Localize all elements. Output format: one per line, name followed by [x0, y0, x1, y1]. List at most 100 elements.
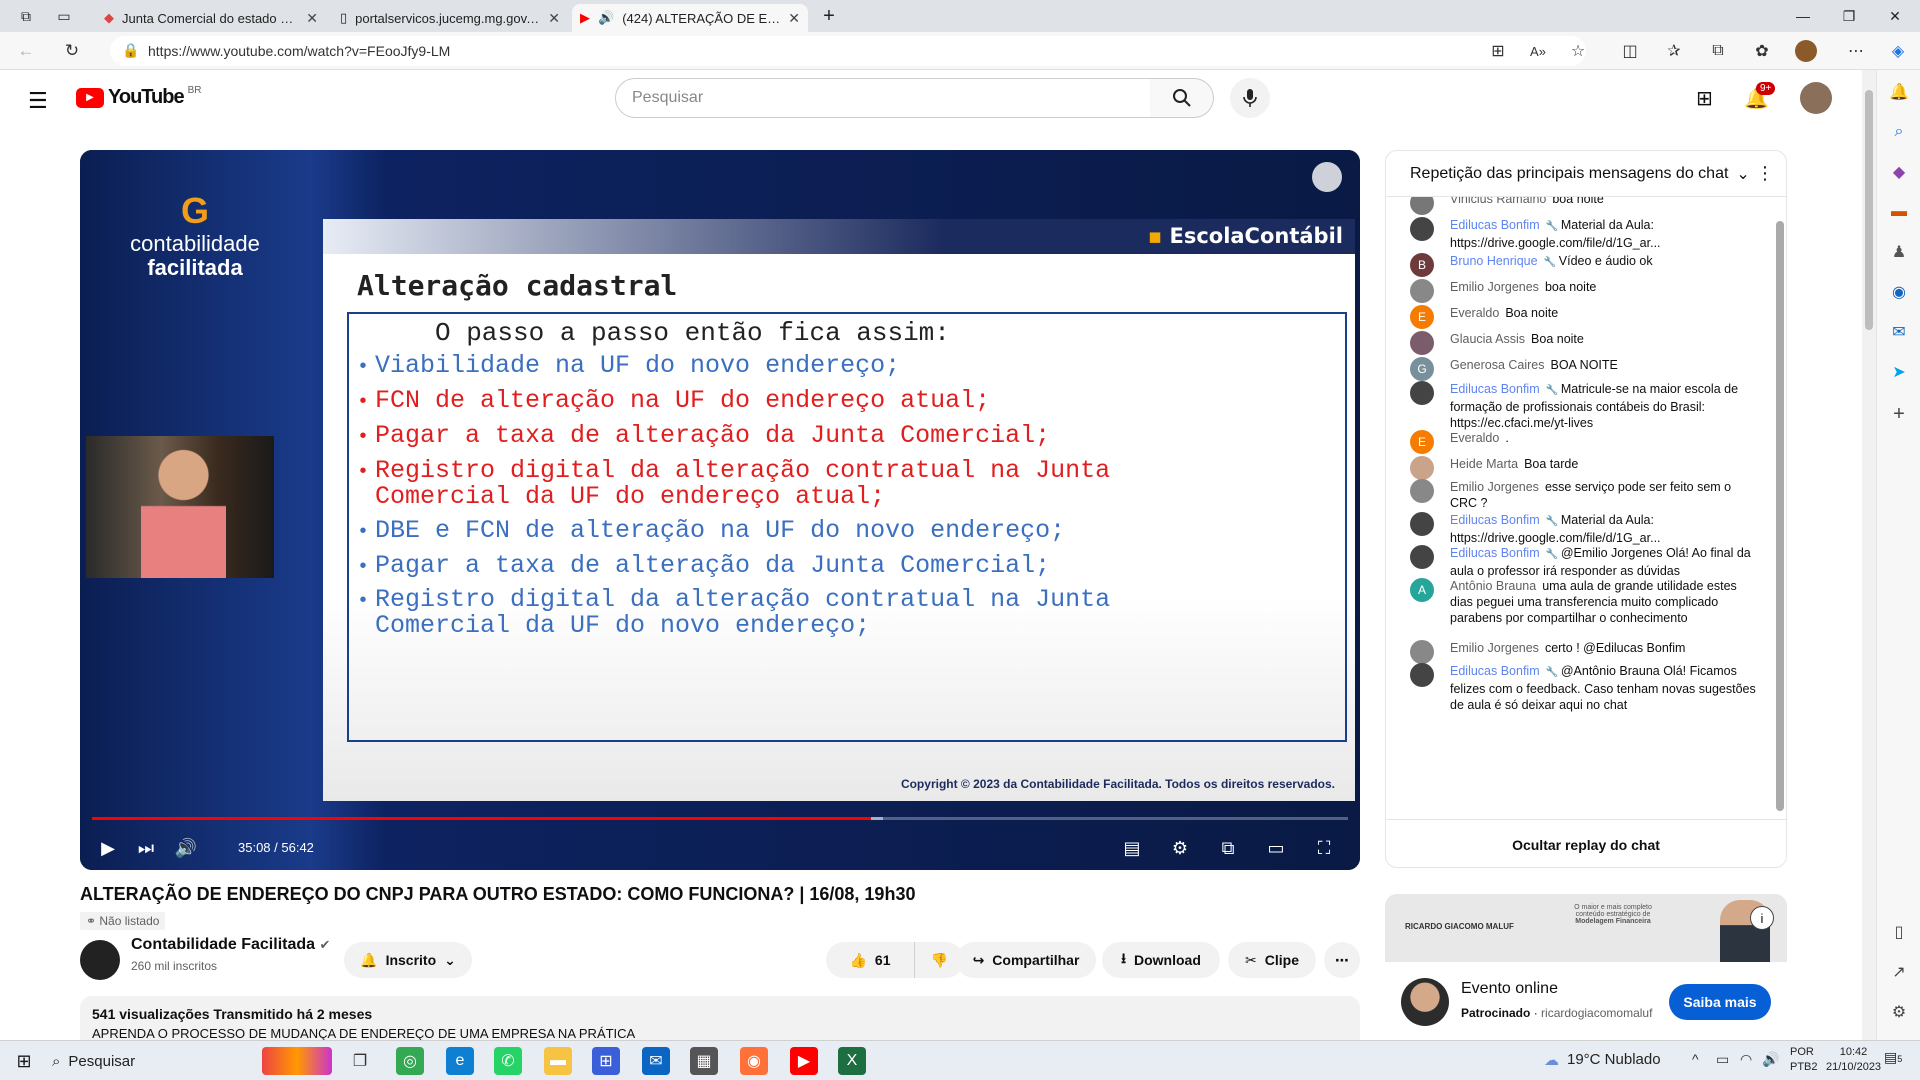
- refresh-button[interactable]: ↻: [58, 38, 86, 64]
- profile-avatar[interactable]: [1792, 38, 1820, 64]
- chat-author-name[interactable]: Edilucas Bonfim: [1450, 218, 1540, 232]
- next-button[interactable]: ⏭: [130, 832, 162, 864]
- info-icon[interactable]: i: [1750, 906, 1774, 930]
- tab-youtube-video[interactable]: ▶ 🔊 (424) ALTERAÇÃO DE ENDE ✕: [572, 4, 808, 32]
- chat-author-name[interactable]: Antônio Brauna: [1450, 579, 1536, 593]
- player-overlay-settings-icon[interactable]: [1312, 162, 1342, 192]
- language-indicator[interactable]: POR PTB2: [1790, 1045, 1818, 1075]
- tray-chevron-icon[interactable]: ^: [1692, 1051, 1699, 1067]
- chat-author-name[interactable]: Vinicius Ramalho: [1450, 197, 1546, 206]
- close-window-button[interactable]: ✕: [1872, 0, 1918, 32]
- back-button[interactable]: ←: [12, 38, 40, 64]
- progress-bar[interactable]: [92, 817, 1348, 820]
- tab-actions-icon[interactable]: ▭: [46, 0, 82, 32]
- search-button[interactable]: [1150, 78, 1214, 118]
- windows-start-icon[interactable]: ⊞: [10, 1047, 38, 1075]
- split-screen-icon[interactable]: ◫: [1616, 38, 1644, 64]
- chat-author-name[interactable]: Emilio Jorgenes: [1450, 641, 1539, 655]
- chat-author-avatar[interactable]: [1410, 279, 1434, 303]
- chat-author-avatar[interactable]: [1410, 456, 1434, 480]
- copilot-icon[interactable]: ◈: [1884, 38, 1912, 64]
- description-box[interactable]: 541 visualizações Transmitido há 2 meses…: [80, 996, 1360, 1040]
- volume-button[interactable]: 🔊: [170, 832, 202, 864]
- sponsored-ad[interactable]: RICARDO GIACOMO MALUF O maior e mais com…: [1385, 894, 1787, 1040]
- chat-author-avatar[interactable]: [1410, 197, 1434, 215]
- clock[interactable]: 10:42 21/10/2023: [1826, 1045, 1881, 1075]
- chat-author-name[interactable]: Edilucas Bonfim: [1450, 664, 1540, 678]
- calculator-icon[interactable]: ▦: [690, 1047, 718, 1075]
- wifi-icon[interactable]: ◠: [1740, 1051, 1752, 1068]
- channel-avatar[interactable]: [80, 940, 120, 980]
- voice-search-button[interactable]: [1230, 78, 1270, 118]
- play-button[interactable]: ▶: [92, 832, 124, 864]
- menu-hamburger-icon[interactable]: ☰: [28, 88, 48, 114]
- subtitles-button[interactable]: ▤: [1116, 832, 1148, 864]
- ad-banner[interactable]: RICARDO GIACOMO MALUF O maior e mais com…: [1385, 894, 1787, 962]
- chat-author-avatar[interactable]: [1410, 545, 1434, 569]
- chat-author-avatar[interactable]: [1410, 640, 1434, 664]
- chat-author-avatar[interactable]: B: [1410, 253, 1434, 277]
- chat-author-avatar[interactable]: E: [1410, 305, 1434, 329]
- miniplayer-button[interactable]: ⧉: [1212, 832, 1244, 864]
- subscribed-button[interactable]: 🔔 Inscrito ⌄: [344, 942, 472, 978]
- shopping-icon[interactable]: ◆: [1887, 160, 1911, 184]
- weather-widget[interactable]: ☁ 19°C Nublado: [1544, 1051, 1661, 1069]
- tab-junta-comercial[interactable]: ◆ Junta Comercial do estado de Mi ✕: [96, 4, 326, 32]
- chat-author-avatar[interactable]: [1410, 331, 1434, 355]
- address-bar[interactable]: 🔒 https://www.youtube.com/watch?v=FEooJf…: [110, 36, 1586, 66]
- chat-message-list[interactable]: Vinicius Ramalho boa noite Edilucas Bonfim…: [1386, 197, 1786, 819]
- search-icon[interactable]: ⌕: [1887, 120, 1911, 144]
- chevron-down-icon[interactable]: ⌄: [1736, 164, 1749, 184]
- volume-icon[interactable]: 🔊: [1762, 1051, 1779, 1068]
- close-tab-icon[interactable]: ✕: [306, 10, 318, 27]
- like-button[interactable]: 👍 61: [826, 942, 914, 978]
- sidebar-settings-icon[interactable]: ⚙: [1887, 1000, 1911, 1024]
- add-app-icon[interactable]: +: [1887, 402, 1911, 426]
- tab-portalservicos[interactable]: ▯ portalservicos.jucemg.mg.gov.br ✕: [332, 4, 568, 32]
- settings-gear-button[interactable]: ⚙: [1164, 832, 1196, 864]
- outlook-icon[interactable]: ✉: [1887, 320, 1911, 344]
- chat-author-avatar[interactable]: E: [1410, 430, 1434, 454]
- collections-icon[interactable]: ⧉: [1704, 38, 1732, 64]
- restore-button[interactable]: ❐: [1826, 0, 1872, 32]
- notification-center-icon[interactable]: ▤5: [1884, 1049, 1902, 1066]
- chat-author-avatar[interactable]: G: [1410, 357, 1434, 381]
- chat-author-name[interactable]: Emilio Jorgenes: [1450, 480, 1539, 494]
- drop-icon[interactable]: ➤: [1887, 360, 1911, 384]
- chrome-icon[interactable]: ◎: [396, 1047, 424, 1075]
- more-actions-button[interactable]: ⋯: [1324, 942, 1360, 978]
- extensions-icon[interactable]: ✿: [1748, 38, 1776, 64]
- chat-author-name[interactable]: Emilio Jorgenes: [1450, 280, 1539, 294]
- tools-icon[interactable]: ▬: [1887, 200, 1911, 224]
- chat-author-name[interactable]: Everaldo: [1450, 431, 1499, 445]
- whatsapp-icon[interactable]: ✆: [494, 1047, 522, 1075]
- hide-chat-replay-button[interactable]: Ocultar replay do chat: [1386, 819, 1786, 867]
- app-available-icon[interactable]: ⊞: [1484, 38, 1512, 64]
- lock-icon[interactable]: 🔒: [122, 42, 139, 59]
- chat-scrollbar[interactable]: [1776, 221, 1784, 811]
- search-input[interactable]: Pesquisar: [615, 78, 1151, 118]
- search-highlight-image[interactable]: [262, 1047, 332, 1075]
- external-link-icon[interactable]: ↗: [1887, 960, 1911, 984]
- chat-author-avatar[interactable]: A: [1410, 578, 1434, 602]
- chat-header[interactable]: Repetição das principais mensagens do ch…: [1386, 151, 1786, 197]
- channel-name[interactable]: Contabilidade Facilitada ✔: [131, 936, 330, 954]
- chat-author-avatar[interactable]: [1410, 663, 1434, 687]
- task-view-icon[interactable]: ❐: [346, 1047, 374, 1075]
- firefox-icon[interactable]: ◉: [740, 1047, 768, 1075]
- clip-button[interactable]: ✂ Clipe: [1228, 942, 1316, 978]
- create-video-icon[interactable]: ⊞: [1696, 86, 1713, 111]
- chat-author-name[interactable]: Edilucas Bonfim: [1450, 546, 1540, 560]
- advertiser-avatar[interactable]: [1401, 978, 1449, 1026]
- edge-icon[interactable]: e: [446, 1047, 474, 1075]
- more-menu-icon[interactable]: ⋯: [1842, 38, 1870, 64]
- sidebar-toggle-icon[interactable]: ▯: [1887, 920, 1911, 944]
- taskbar-search[interactable]: ⌕ Pesquisar: [52, 1047, 292, 1075]
- youtube-app-icon[interactable]: ▶: [790, 1047, 818, 1075]
- page-scrollbar[interactable]: [1862, 70, 1876, 1040]
- games-icon[interactable]: ♟: [1887, 240, 1911, 264]
- minimize-button[interactable]: —: [1780, 0, 1826, 32]
- learn-more-button[interactable]: Saiba mais: [1669, 984, 1771, 1020]
- chat-author-avatar[interactable]: [1410, 479, 1434, 503]
- network-icon[interactable]: ▭: [1716, 1051, 1729, 1068]
